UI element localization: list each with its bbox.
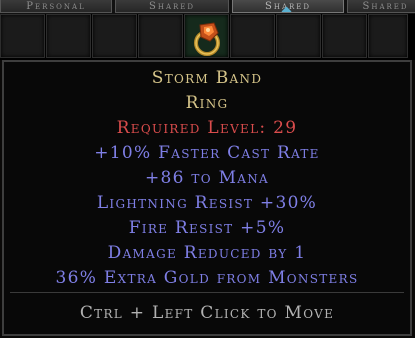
- stash-slot[interactable]: [230, 14, 275, 58]
- stash-slot[interactable]: [92, 14, 137, 58]
- stash-tabs: Personal Shared Shared Shared: [0, 0, 415, 14]
- stash-slot[interactable]: [138, 14, 183, 58]
- item-tooltip: Storm Band Ring Required Level: 29 +10% …: [2, 60, 412, 336]
- item-mod: Lightning Resist +30%: [96, 193, 318, 213]
- tab-shared-2[interactable]: Shared: [232, 0, 344, 13]
- ring-icon: [194, 22, 220, 56]
- item-type: Ring: [185, 93, 229, 113]
- tooltip-divider: [10, 292, 404, 293]
- item-mod: Damage Reduced by 1: [107, 243, 307, 263]
- stash-slot-ring[interactable]: [184, 14, 229, 58]
- item-mod: +10% Faster Cast Rate: [94, 143, 320, 163]
- stash-slot[interactable]: [368, 14, 408, 58]
- stash-slot[interactable]: [46, 14, 91, 58]
- stash-slot[interactable]: [322, 14, 367, 58]
- tab-shared-3[interactable]: Shared: [347, 0, 415, 13]
- inventory-screen: Personal Shared Shared Shared Storm Band…: [0, 0, 415, 338]
- item-mod: +86 to Mana: [144, 168, 270, 188]
- required-level: Required Level: 29: [116, 118, 298, 138]
- tab-shared-1[interactable]: Shared: [115, 0, 229, 13]
- item-mod: Fire Resist +5%: [128, 218, 286, 238]
- move-hint: Ctrl + Left Click to Move: [79, 303, 335, 323]
- item-mod: 36% Extra Gold from Monsters: [55, 268, 359, 288]
- stash-slot[interactable]: [0, 14, 45, 58]
- stash-grid-row: [0, 14, 415, 60]
- stash-slot[interactable]: [276, 14, 321, 58]
- tab-personal[interactable]: Personal: [0, 0, 112, 13]
- item-name: Storm Band: [151, 68, 263, 88]
